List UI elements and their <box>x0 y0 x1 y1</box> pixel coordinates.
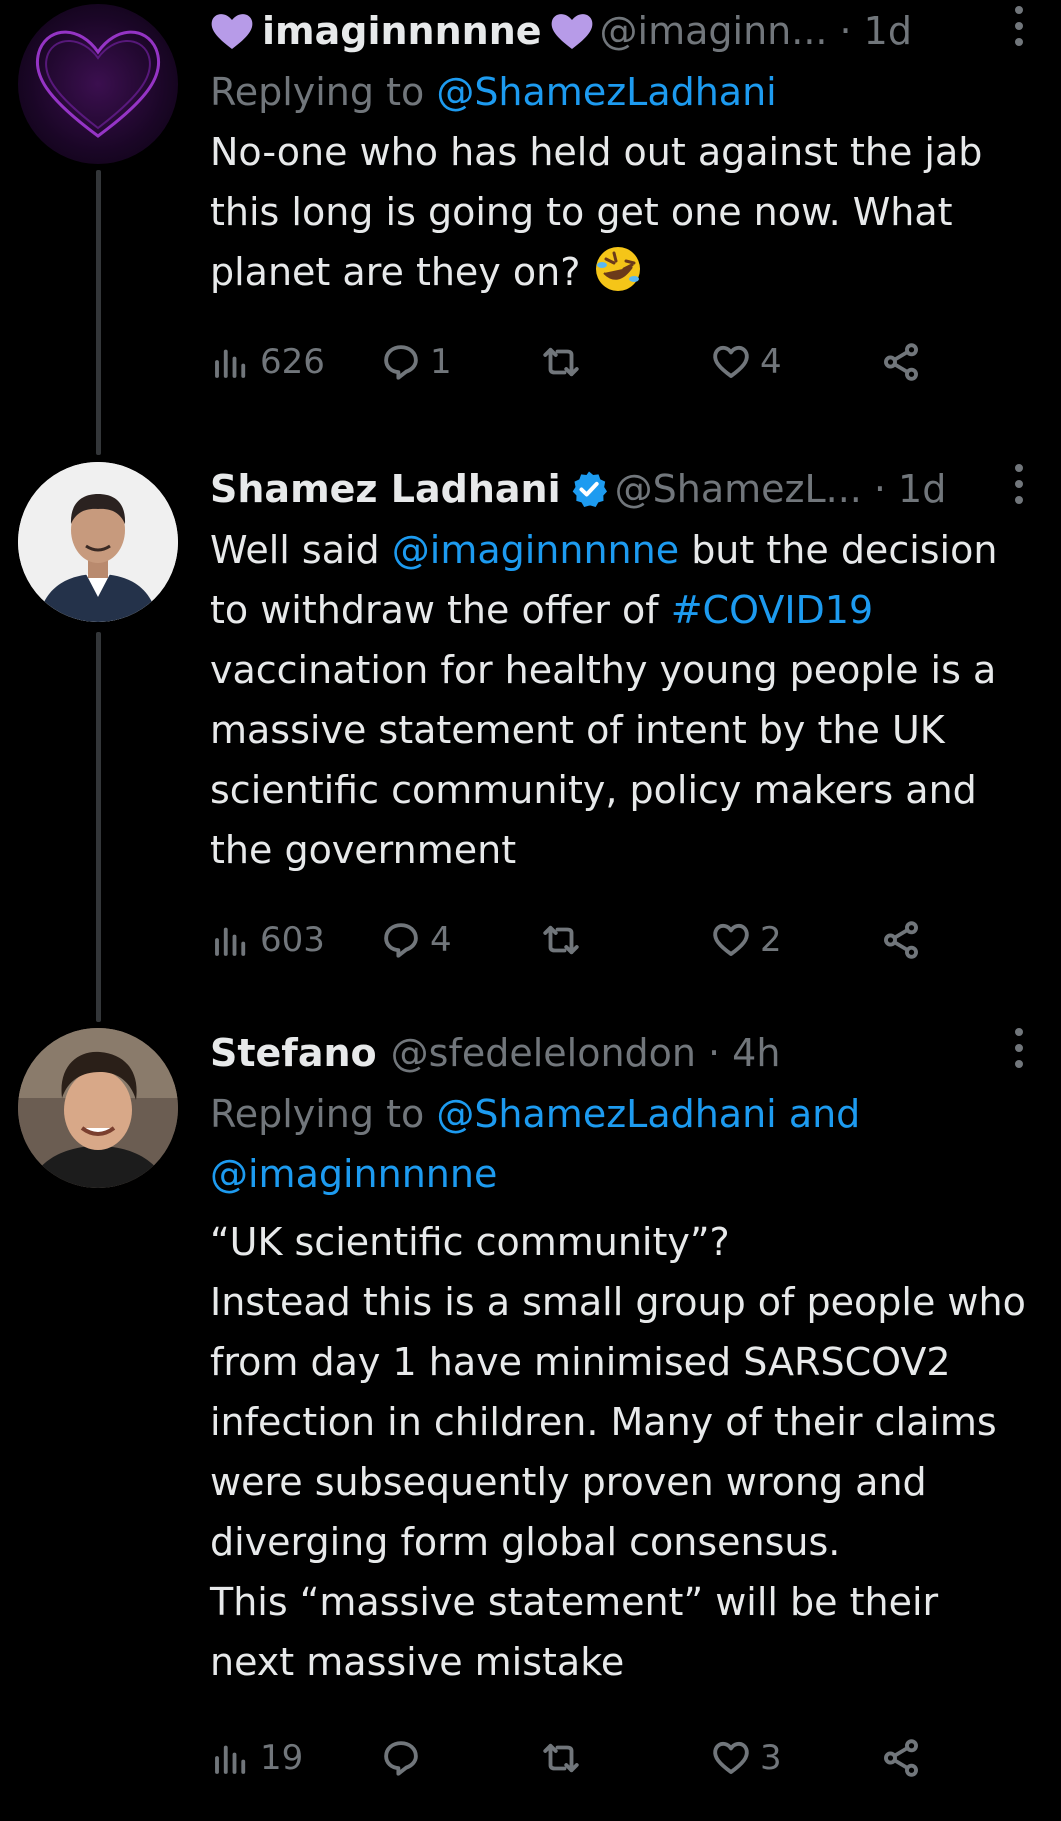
timestamp[interactable]: · 1d <box>839 9 911 53</box>
replying-to: Replying to @ShamezLadhani <box>210 62 1031 122</box>
timestamp[interactable]: · 1d <box>874 467 946 511</box>
avatar[interactable] <box>18 4 178 164</box>
share-action[interactable] <box>880 1737 922 1779</box>
more-options-icon[interactable] <box>1013 464 1025 504</box>
heart-icon <box>713 1741 749 1774</box>
mention-link[interactable]: @ShamezLadhani and <box>436 1092 860 1136</box>
tweet-actions: 626 1 4 <box>210 332 1031 392</box>
like-action[interactable]: 3 <box>710 1737 880 1779</box>
reply-action[interactable] <box>380 1737 540 1779</box>
share-action[interactable] <box>880 919 922 961</box>
heart-icon <box>713 345 749 378</box>
tweet-text-start: Well said <box>210 528 392 572</box>
tweet-text: “UK scientific community”? Instead this … <box>210 1212 1031 1692</box>
likes-count: 3 <box>760 1738 782 1778</box>
thread-connector <box>96 170 101 455</box>
retweet-icon <box>543 925 579 955</box>
avatar-column <box>18 4 178 164</box>
views-action[interactable]: 626 <box>210 341 380 383</box>
person-avatar-icon <box>18 462 178 622</box>
tweet-header: Stefano @sfedelelondon · 4h <box>210 1022 1031 1084</box>
reply-icon <box>384 923 418 958</box>
replying-prefix: Replying to <box>210 1092 437 1136</box>
views-icon <box>215 927 246 956</box>
retweet-icon <box>543 1743 579 1773</box>
views-action[interactable]: 603 <box>210 919 380 961</box>
avatar[interactable] <box>18 1028 178 1188</box>
mention-link[interactable]: @imaginnnnne <box>210 1152 497 1196</box>
avatar-column <box>18 462 178 622</box>
retweet-action[interactable] <box>540 1737 710 1779</box>
like-action[interactable]: 4 <box>710 341 880 383</box>
thread-connector <box>96 632 101 1022</box>
reply-icon <box>384 1741 418 1776</box>
more-options-icon[interactable] <box>1013 1028 1025 1068</box>
share-icon <box>884 1739 918 1777</box>
reply-action[interactable]: 1 <box>380 341 540 383</box>
views-icon <box>215 1745 246 1774</box>
person-avatar-icon <box>18 1028 178 1188</box>
verified-badge-icon <box>572 471 607 507</box>
avatar[interactable] <box>18 462 178 622</box>
tweet-header: imaginnnnne @imaginn... · 1d <box>210 0 1031 62</box>
reply-icon <box>384 345 418 380</box>
hashtag-link[interactable]: #COVID19 <box>671 588 873 632</box>
tweet-text-line: Instead this is a small group of people … <box>210 1280 1026 1564</box>
heart-avatar-icon <box>35 30 161 138</box>
more-options-icon[interactable] <box>1013 6 1025 46</box>
heart-icon <box>713 923 749 956</box>
display-name[interactable]: Shamez Ladhani <box>210 467 561 511</box>
views-action[interactable]: 19 <box>210 1737 380 1779</box>
tweet-actions: 603 4 2 <box>210 910 1031 970</box>
user-handle[interactable]: @sfedelelondon <box>391 1031 696 1075</box>
replies-count: 1 <box>430 342 452 382</box>
retweet-action[interactable] <box>540 341 710 383</box>
tweet-text: Well said @imaginnnnne but the decision … <box>210 520 1031 880</box>
share-icon <box>884 343 918 381</box>
replying-prefix: Replying to <box>210 70 437 114</box>
rolling-laughing-emoji-icon <box>596 247 641 291</box>
retweet-icon <box>543 347 579 377</box>
purple-heart-icon <box>211 14 253 49</box>
tweet-content: Stefano @sfedelelondon · 4h Replying to … <box>210 1022 1031 1788</box>
display-name[interactable]: Stefano <box>210 1031 377 1075</box>
user-handle[interactable]: @imaginn... <box>600 9 828 53</box>
tweet-header: Shamez Ladhani @ShamezL... · 1d <box>210 458 1031 520</box>
mention-link[interactable]: @ShamezLadhani <box>436 70 776 114</box>
timestamp[interactable]: · 4h <box>708 1031 780 1075</box>
reply-action[interactable]: 4 <box>380 919 540 961</box>
views-count: 19 <box>260 1738 304 1778</box>
mention-link[interactable]: @imaginnnnne <box>392 528 679 572</box>
avatar-column <box>18 1028 178 1188</box>
replying-to: Replying to @ShamezLadhani and @imaginnnn… <box>210 1084 1031 1204</box>
like-action[interactable]: 2 <box>710 919 880 961</box>
share-action[interactable] <box>880 341 922 383</box>
share-icon <box>884 921 918 959</box>
likes-count: 2 <box>760 920 782 960</box>
tweet-actions: 19 3 <box>210 1728 1031 1788</box>
reply-thread: imaginnnnne @imaginn... · 1d Replying to… <box>0 0 1061 1821</box>
tweet-text: No-one who has held out against the jab … <box>210 122 1031 302</box>
likes-count: 4 <box>760 342 782 382</box>
views-count: 603 <box>260 920 325 960</box>
purple-heart-icon <box>551 14 592 49</box>
views-count: 626 <box>260 342 325 382</box>
replies-count: 4 <box>430 920 452 960</box>
display-name[interactable]: imaginnnnne <box>262 9 542 53</box>
user-handle[interactable]: @ShamezL... <box>615 467 862 511</box>
views-icon <box>215 349 246 378</box>
tweet-content: Shamez Ladhani @ShamezL... · 1d Well sai… <box>210 458 1031 970</box>
tweet-text-line: “UK scientific community”? <box>210 1220 730 1264</box>
tweet-content: imaginnnnne @imaginn... · 1d Replying to… <box>210 0 1031 392</box>
tweet-text-line: This “massive statement” will be their n… <box>210 1580 939 1684</box>
tweet-text-end: vaccination for healthy young people is … <box>210 648 997 872</box>
retweet-action[interactable] <box>540 919 710 961</box>
